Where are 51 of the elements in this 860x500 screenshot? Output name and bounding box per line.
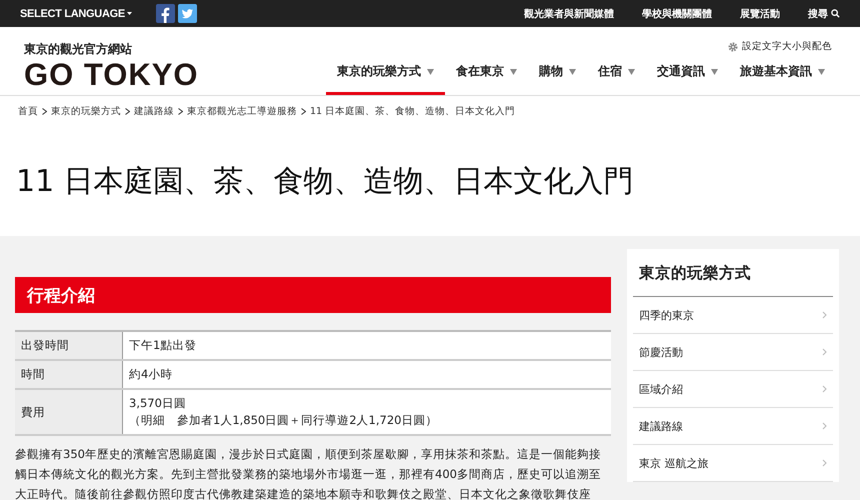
breadcrumb-link[interactable]: 東京都觀光志工導遊服務 (187, 104, 297, 118)
chevron-icon (822, 311, 827, 319)
separator-icon (125, 108, 130, 114)
table-header-cell: 時間 (15, 360, 122, 389)
search-icon (831, 9, 840, 18)
twitter-icon[interactable] (178, 4, 197, 23)
sidebar-item[interactable]: 區域介紹 (633, 371, 833, 408)
section-heading: 行程介紹 (15, 277, 611, 313)
separator-icon (42, 108, 47, 114)
separator-icon (301, 108, 306, 114)
site-tagline: 東京的觀光官方網站 (24, 41, 133, 58)
nav-tab[interactable]: 旅遊基本資訊 (729, 63, 836, 95)
nav-tab[interactable]: 購物 (528, 63, 587, 95)
top-link[interactable]: 學校與機關團體 (642, 6, 712, 20)
caret-icon (126, 12, 132, 16)
breadcrumb-link[interactable]: 建議路線 (134, 104, 174, 118)
nav-tab[interactable]: 交通資訊 (646, 63, 729, 95)
chevron-icon (822, 422, 827, 430)
caret-icon (427, 68, 434, 74)
caret-icon (818, 68, 825, 74)
top-link[interactable]: 觀光業者與新聞媒體 (524, 6, 614, 20)
separator-icon (178, 108, 183, 114)
facebook-icon[interactable] (156, 4, 175, 23)
sidebar-item[interactable]: 四季的東京 (633, 297, 833, 334)
description-paragraph: 參觀擁有350年歷史的濱離宮恩賜庭園，漫步於日式庭園，順便到茶屋歇腳，享用抹茶和茶點。這是一個能夠接觸日本傳統文化的觀光方案。先到主營批發業務的築地場外市場逛一逛，那裡有400多間商店，歷史可以追溯至大正時代。隨後前往參觀仿照印度古代佛教建築建造的築地本願寺和歌舞伎之殿堂、日本文化之象徵歌舞伎座 (15, 446, 602, 500)
site-logo[interactable]: GO TOKYO (24, 58, 199, 92)
breadcrumb-link[interactable]: 首頁 (18, 104, 38, 118)
language-selector[interactable]: SELECT LANGUAGE (20, 8, 132, 20)
table-header-cell: 出發時間 (15, 331, 122, 360)
table-header-cell: 費用 (15, 389, 122, 435)
top-link[interactable]: 展覽活動 (740, 6, 780, 20)
nav-tab[interactable]: 食在東京 (445, 63, 528, 95)
caret-icon (510, 68, 517, 74)
caret-icon (711, 68, 718, 74)
table-cell: 下午1點出發 (122, 331, 611, 360)
table-cell: 3,570日圓 （明細 參加者1人1,850日圓＋同行導遊2人1,720日圓） (122, 389, 611, 435)
chevron-icon (822, 348, 827, 356)
breadcrumb-link[interactable]: 東京的玩樂方式 (51, 104, 121, 118)
chevron-icon (822, 459, 827, 467)
caret-icon (628, 68, 635, 74)
search-link[interactable]: 搜尋 (808, 6, 840, 20)
chevron-icon (822, 385, 827, 393)
table-cell: 約4小時 (122, 360, 611, 389)
gear-icon (728, 42, 738, 52)
page-title: 11 日本庭園、茶、食物、造物、日本文化入門 (16, 162, 634, 200)
nav-tab[interactable]: 住宿 (587, 63, 646, 95)
sidebar-item[interactable]: 東京 巡航之旅 (633, 445, 833, 482)
sidebar-title: 東京的玩樂方式 (633, 257, 833, 297)
sidebar-item[interactable]: 節慶活動 (633, 334, 833, 371)
sidebar-item[interactable]: 建議路線 (633, 408, 833, 445)
caret-icon (569, 68, 576, 74)
